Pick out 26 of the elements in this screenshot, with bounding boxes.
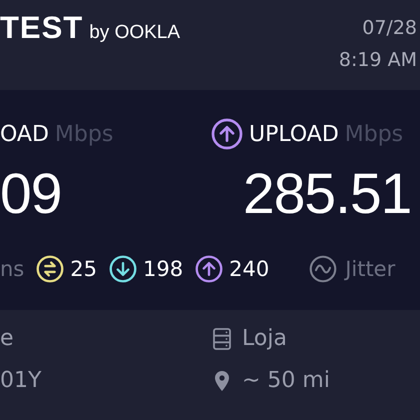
server-distance: ~ 50 mi bbox=[242, 367, 330, 395]
location-pin-icon bbox=[212, 369, 232, 393]
jitter-label: Jitter bbox=[345, 257, 396, 281]
server-icon bbox=[212, 327, 232, 351]
latency-value: 25 bbox=[70, 257, 97, 281]
logo-suffix: by OOKLA bbox=[89, 22, 180, 44]
upload-icon bbox=[211, 118, 243, 150]
idle-latency-icon bbox=[36, 255, 64, 283]
unit-label: Mbps bbox=[344, 122, 404, 146]
server-name: Loja bbox=[242, 325, 287, 353]
download-latency-icon bbox=[109, 255, 137, 283]
unit-label: Mbps bbox=[54, 122, 114, 146]
result-label: OAD bbox=[0, 122, 49, 146]
test-time: 8:19 AM bbox=[338, 48, 417, 73]
logo-text: TEST bbox=[0, 10, 84, 46]
speed-value: 09 bbox=[0, 161, 62, 228]
test-date: 07/28 bbox=[362, 16, 417, 41]
upload-latency-icon bbox=[195, 255, 224, 283]
provider-name: e bbox=[0, 325, 15, 353]
result-label: UPLOAD bbox=[249, 122, 339, 146]
speed-value: 285.51 bbox=[242, 161, 412, 228]
latency-value: 198 bbox=[143, 257, 184, 281]
ping-unit: ns bbox=[0, 257, 24, 281]
latency-value: 240 bbox=[229, 257, 270, 281]
provider-host: 01Y bbox=[0, 367, 42, 395]
jitter-icon bbox=[309, 255, 338, 283]
